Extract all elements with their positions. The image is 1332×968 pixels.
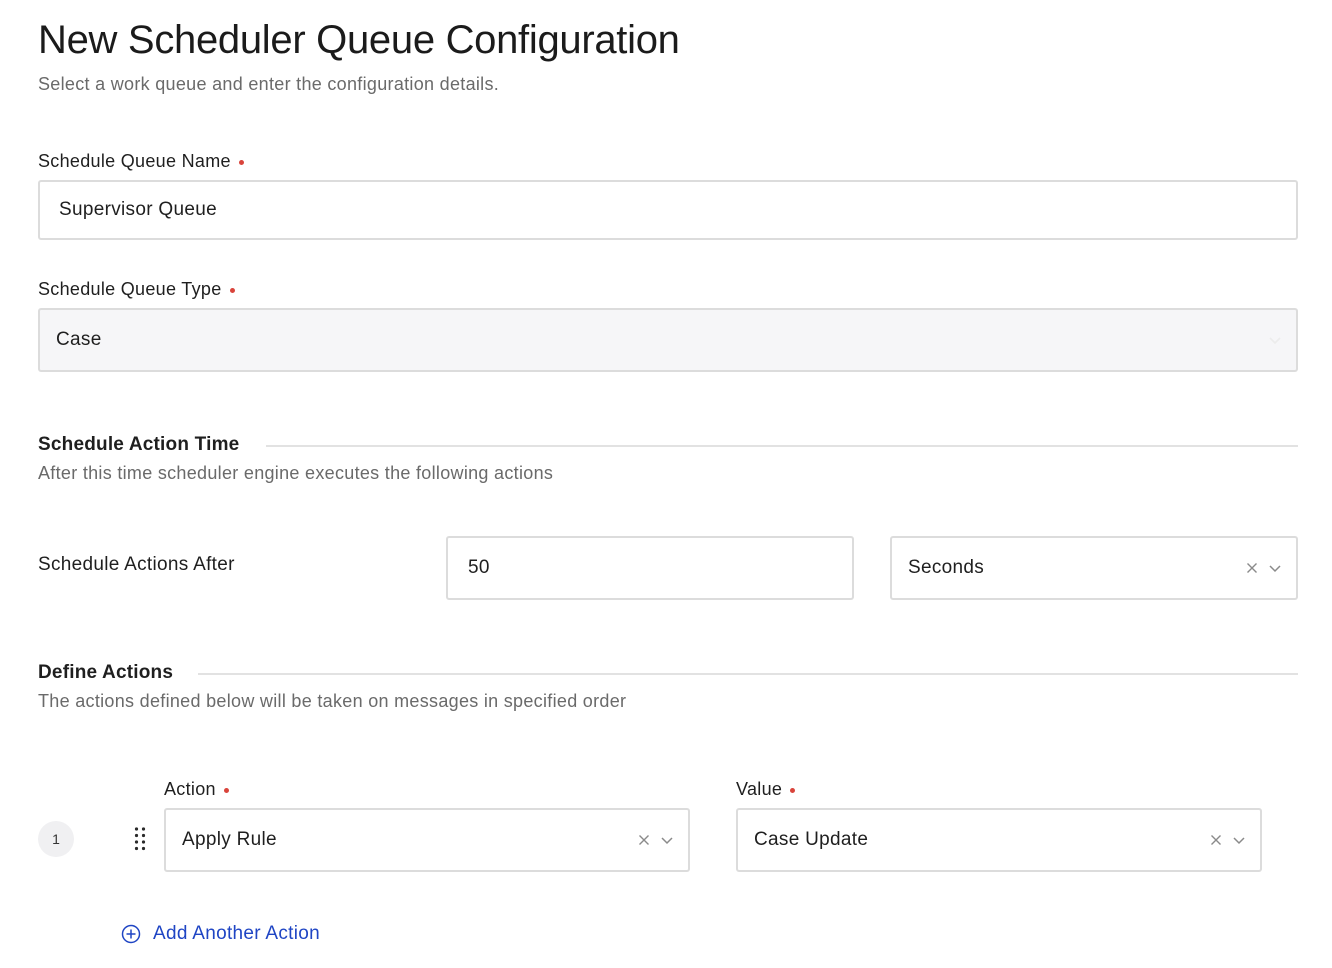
schedule-amount-value: 50: [468, 557, 490, 578]
action-column-label: Action: [164, 779, 229, 800]
action-time-title: Schedule Action Time: [38, 434, 240, 455]
queue-type-select: Case: [38, 308, 1298, 372]
add-another-action-label: Add Another Action: [153, 923, 321, 944]
page-subtitle: Select a work queue and enter the config…: [38, 74, 500, 94]
action-row-number: 1: [38, 821, 74, 857]
required-indicator: [223, 788, 229, 793]
add-circle-icon: [121, 924, 141, 944]
queue-name-label-text: Schedule Queue Name: [38, 151, 231, 171]
schedule-unit-icons: [1246, 561, 1282, 575]
schedule-unit-select[interactable]: Seconds: [890, 536, 1298, 600]
define-actions-title: Define Actions: [38, 662, 174, 683]
chevron-down-icon[interactable]: [660, 833, 674, 847]
queue-name-input[interactable]: Supervisor Queue: [38, 180, 1298, 240]
schedule-amount-input[interactable]: 50: [446, 536, 854, 600]
queue-name-label: Schedule Queue Name: [38, 151, 244, 172]
chevron-down-icon[interactable]: [1268, 561, 1282, 575]
queue-type-label-text: Schedule Queue Type: [38, 279, 222, 299]
action-select-value: Apply Rule: [182, 829, 277, 850]
required-indicator: [790, 788, 796, 793]
clear-icon[interactable]: [638, 834, 650, 846]
queue-name-value: Supervisor Queue: [59, 199, 217, 220]
value-select-value: Case Update: [754, 829, 869, 850]
schedule-after-label: Schedule Actions After: [38, 554, 235, 575]
action-select[interactable]: Apply Rule: [164, 808, 690, 872]
section-divider: [198, 673, 1298, 675]
clear-icon[interactable]: [1210, 834, 1222, 846]
add-another-action-button[interactable]: Add Another Action: [121, 923, 320, 945]
action-time-description: After this time scheduler engine execute…: [38, 463, 554, 483]
queue-type-icons: [1268, 333, 1282, 347]
chevron-down-icon[interactable]: [1232, 833, 1246, 847]
value-label-text: Value: [736, 779, 783, 799]
action-label-text: Action: [164, 779, 216, 799]
value-select[interactable]: Case Update: [736, 808, 1262, 872]
define-actions-description: The actions defined below will be taken …: [38, 691, 627, 711]
drag-handle-icon[interactable]: [133, 826, 147, 854]
clear-icon[interactable]: [1246, 562, 1258, 574]
page-title: New Scheduler Queue Configuration: [38, 18, 680, 62]
required-indicator: [229, 288, 235, 293]
section-divider: [266, 445, 1298, 447]
action-select-icons: [638, 833, 674, 847]
queue-type-label: Schedule Queue Type: [38, 279, 235, 300]
schedule-unit-value: Seconds: [908, 557, 985, 578]
value-column-label: Value: [736, 779, 796, 800]
queue-type-value: Case: [56, 329, 102, 350]
required-indicator: [238, 160, 244, 165]
chevron-down-icon: [1269, 337, 1281, 345]
value-select-icons: [1210, 833, 1246, 847]
